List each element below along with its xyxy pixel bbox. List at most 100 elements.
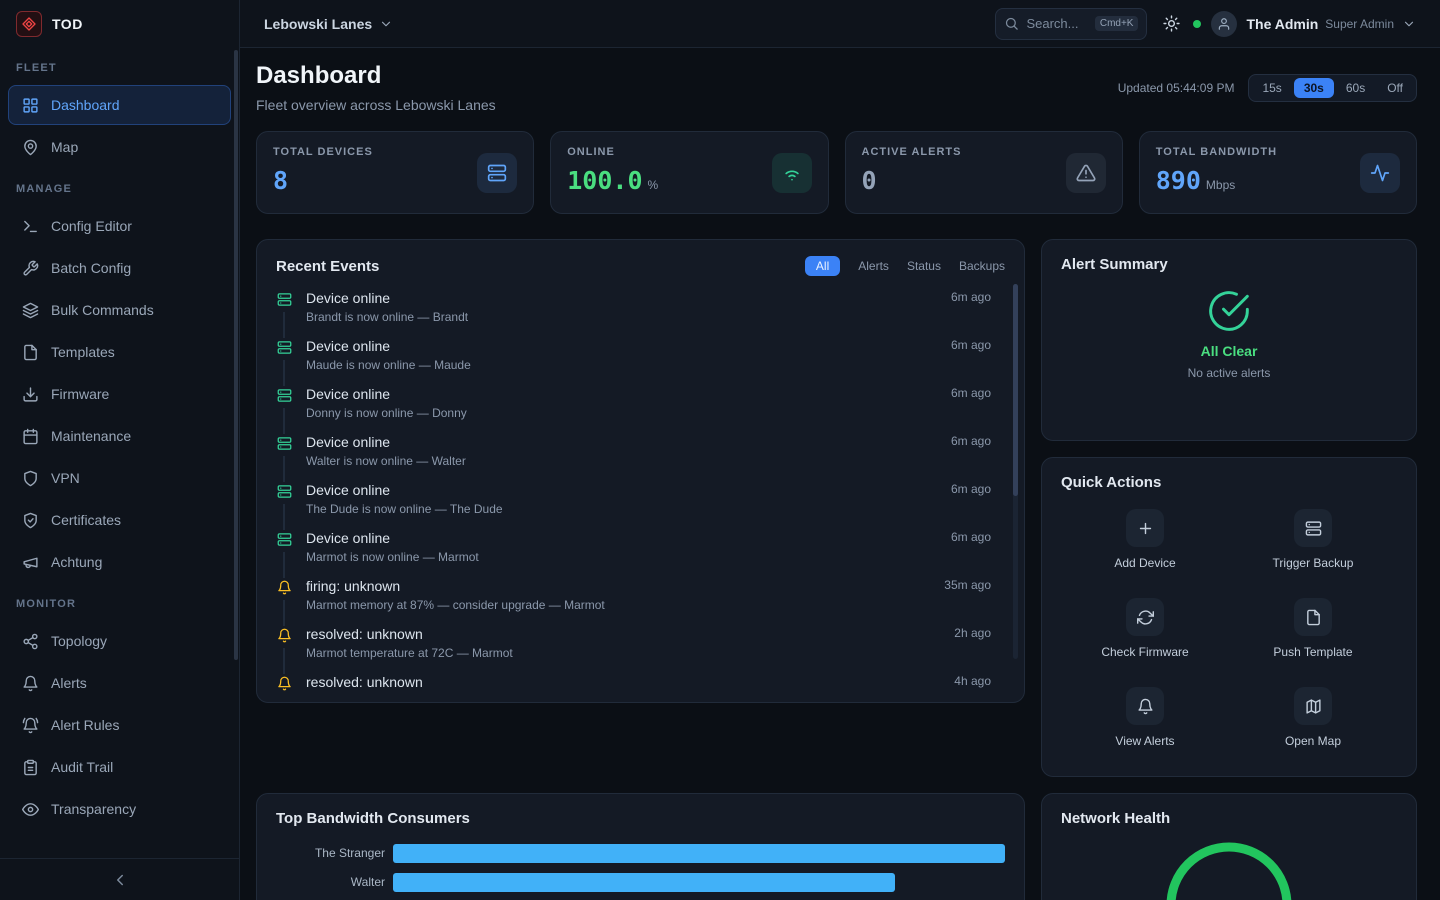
event-row[interactable]: Device onlineMarmot is now online — Marm… — [276, 530, 1005, 578]
quick-action-view-alerts[interactable]: View Alerts — [1061, 687, 1229, 748]
sidebar-item-batch-config[interactable]: Batch Config — [8, 248, 231, 288]
event-row[interactable]: Device onlineDonny is now online — Donny… — [276, 386, 1005, 434]
sidebar-item-transparency[interactable]: Transparency — [8, 789, 231, 829]
bar-label: The Stranger — [276, 846, 393, 860]
sidebar-item-topology[interactable]: Topology — [8, 621, 231, 661]
bandwidth-row: The Stranger — [276, 843, 1005, 863]
app-root: TOD FLEET Dashboard Map MANAGE Config Ed… — [0, 0, 1440, 900]
timeline-connector — [283, 648, 285, 674]
sidebar-item-config-editor[interactable]: Config Editor — [8, 206, 231, 246]
section-label-monitor: MONITOR — [0, 584, 239, 619]
quick-action-check-firmware[interactable]: Check Firmware — [1061, 598, 1229, 659]
refresh-option-30s[interactable]: 30s — [1294, 78, 1334, 98]
left-column: Recent Events All Alerts Status Backups — [256, 239, 1025, 900]
filter-backups[interactable]: Backups — [959, 259, 1005, 273]
event-title: firing: unknown — [306, 578, 930, 594]
wrench-icon — [21, 260, 39, 277]
bandwidth-row: Walter — [276, 872, 1005, 892]
stat-value: 890 — [1156, 166, 1201, 195]
sidebar-item-firmware[interactable]: Firmware — [8, 374, 231, 414]
sidebar-item-vpn[interactable]: VPN — [8, 458, 231, 498]
bell-icon — [277, 580, 292, 595]
event-title: resolved: unknown — [306, 626, 940, 642]
stat-card-online: ONLINE 100.0 % — [550, 131, 828, 214]
chevron-left-icon — [111, 871, 129, 889]
filter-status[interactable]: Status — [907, 259, 941, 273]
sidebar-item-label: Topology — [51, 633, 107, 649]
shield-check-icon — [21, 512, 39, 529]
sidebar-item-audit-trail[interactable]: Audit Trail — [8, 747, 231, 787]
user-role-badge: Super Admin — [1325, 17, 1394, 31]
server-icon — [1294, 509, 1332, 547]
sidebar-item-map[interactable]: Map — [8, 127, 231, 167]
sidebar-item-dashboard[interactable]: Dashboard — [8, 85, 231, 125]
event-row[interactable]: Device onlineBrandt is now online — Bran… — [276, 290, 1005, 338]
stat-label: ONLINE — [567, 146, 658, 158]
stat-card-active-alerts: ACTIVE ALERTS 0 — [845, 131, 1123, 214]
quick-action-open-map[interactable]: Open Map — [1229, 687, 1397, 748]
event-time: 4h ago — [954, 674, 1005, 692]
sidebar-scrollbar[interactable] — [234, 50, 238, 660]
network-icon — [21, 633, 39, 650]
event-row[interactable]: resolved: unknown 4h ago — [276, 674, 1005, 692]
recent-events-card: Recent Events All Alerts Status Backups — [256, 239, 1025, 703]
megaphone-icon — [21, 554, 39, 571]
file-icon — [1294, 598, 1332, 636]
alert-detail-text: No active alerts — [1188, 366, 1271, 380]
sidebar-item-alert-rules[interactable]: Alert Rules — [8, 705, 231, 745]
sidebar-nav: FLEET Dashboard Map MANAGE Config Editor… — [0, 48, 239, 858]
stat-label: TOTAL DEVICES — [273, 146, 373, 158]
timeline-connector — [283, 360, 285, 386]
sidebar-item-label: Achtung — [51, 554, 102, 570]
event-row[interactable]: resolved: unknownMarmot temperature at 7… — [276, 626, 1005, 674]
sidebar-item-label: Audit Trail — [51, 759, 113, 775]
sidebar-item-alerts[interactable]: Alerts — [8, 663, 231, 703]
timeline-connector — [283, 504, 285, 530]
bell-icon — [21, 675, 39, 692]
quick-action-label: Open Map — [1285, 734, 1341, 748]
sidebar-item-achtung[interactable]: Achtung — [8, 542, 231, 582]
quick-action-add-device[interactable]: Add Device — [1061, 509, 1229, 570]
quick-action-label: Push Template — [1273, 645, 1352, 659]
theme-toggle-button[interactable] — [1155, 8, 1187, 40]
connection-status-dot — [1193, 20, 1201, 28]
refresh-option-60s[interactable]: 60s — [1336, 78, 1375, 98]
event-filters: All Alerts Status Backups — [805, 256, 1005, 276]
bell-icon — [277, 676, 292, 691]
refresh-option-off[interactable]: Off — [1377, 78, 1413, 98]
event-row[interactable]: Device onlineMaude is now online — Maude… — [276, 338, 1005, 386]
network-health-card: Network Health — [1041, 793, 1417, 900]
sidebar-collapse-button[interactable] — [0, 858, 239, 900]
sidebar-item-bulk-commands[interactable]: Bulk Commands — [8, 290, 231, 330]
event-row[interactable]: Device onlineThe Dude is now online — Th… — [276, 482, 1005, 530]
quick-action-trigger-backup[interactable]: Trigger Backup — [1229, 509, 1397, 570]
sidebar-item-label: Transparency — [51, 801, 136, 817]
search-input[interactable] — [1026, 16, 1087, 31]
file-icon — [21, 344, 39, 361]
refresh-option-15s[interactable]: 15s — [1252, 78, 1291, 98]
search-box[interactable]: Cmd+K — [995, 8, 1147, 40]
bar-label: Walter — [276, 875, 393, 889]
event-row[interactable]: firing: unknownMarmot memory at 87% — co… — [276, 578, 1005, 626]
event-title: Device online — [306, 482, 937, 498]
events-scrollbar-track[interactable] — [1013, 284, 1018, 659]
stat-card-total-bandwidth: TOTAL BANDWIDTH 890 Mbps — [1139, 131, 1417, 214]
user-menu[interactable]: The Admin Super Admin — [1211, 11, 1416, 37]
org-selector[interactable]: Lebowski Lanes — [264, 16, 393, 32]
sidebar-item-maintenance[interactable]: Maintenance — [8, 416, 231, 456]
events-scrollbar-thumb[interactable] — [1013, 284, 1018, 496]
event-time: 6m ago — [951, 386, 1005, 434]
section-label-fleet: FLEET — [0, 48, 239, 83]
quick-action-label: Trigger Backup — [1273, 556, 1354, 570]
event-detail: Maude is now online — Maude — [306, 358, 937, 372]
filter-all[interactable]: All — [805, 256, 840, 276]
search-icon — [1004, 16, 1019, 31]
event-row[interactable]: Device onlineWalter is now online — Walt… — [276, 434, 1005, 482]
quick-action-push-template[interactable]: Push Template — [1229, 598, 1397, 659]
filter-alerts[interactable]: Alerts — [858, 259, 889, 273]
event-time: 35m ago — [944, 578, 1005, 626]
server-icon — [277, 388, 292, 403]
sidebar-item-templates[interactable]: Templates — [8, 332, 231, 372]
sidebar-item-certificates[interactable]: Certificates — [8, 500, 231, 540]
timeline-connector — [283, 600, 285, 626]
